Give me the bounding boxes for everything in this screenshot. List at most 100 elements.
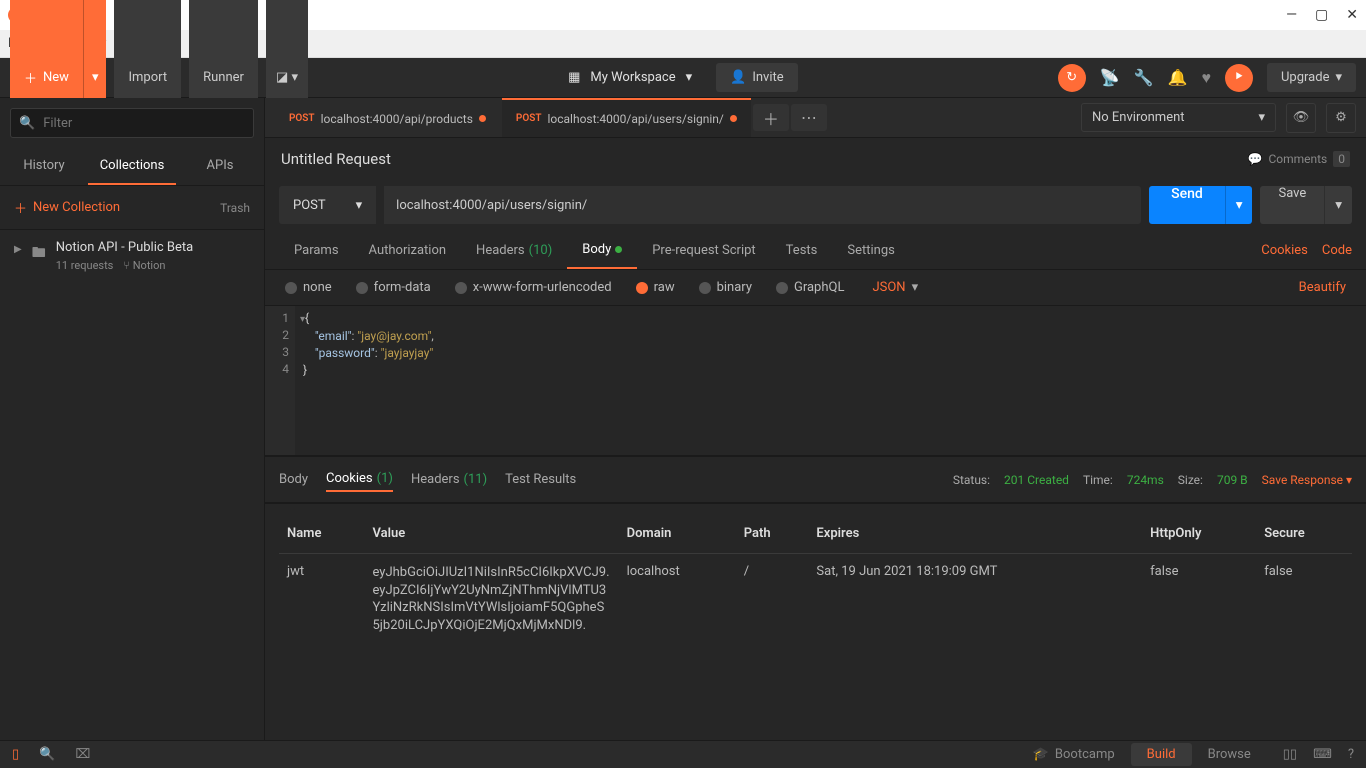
tab-apis[interactable]: APIs <box>176 148 264 185</box>
browse-tab[interactable]: Browse <box>1192 743 1267 766</box>
url-bar: POST ▾ Send ▾ Save ▾ <box>265 178 1366 232</box>
tab-collections[interactable]: Collections <box>88 148 176 185</box>
body-language-select[interactable]: JSON▾ <box>872 280 918 295</box>
comment-icon: 💬 <box>1247 152 1262 166</box>
radio-binary[interactable]: binary <box>699 280 752 295</box>
trash-link[interactable]: Trash <box>220 201 250 215</box>
settings-gear-icon[interactable]: ⚙ <box>1326 103 1356 133</box>
tab-history[interactable]: History <box>0 148 88 185</box>
method-select[interactable]: POST ▾ <box>279 186 376 224</box>
build-tab[interactable]: Build <box>1131 743 1192 766</box>
comments-label: Comments <box>1268 152 1327 166</box>
filter-input[interactable] <box>43 116 245 131</box>
plus-icon: ＋ <box>24 68 37 87</box>
avatar[interactable]: ⯈ <box>1225 64 1253 92</box>
folder-icon: 🖿 <box>32 242 46 266</box>
comments-count: 0 <box>1333 151 1350 167</box>
window-maximize-icon[interactable]: ▢ <box>1315 7 1328 23</box>
upgrade-label: Upgrade <box>1281 70 1329 85</box>
environment-select[interactable]: No Environment ▾ <box>1081 103 1276 132</box>
tab-tests[interactable]: Tests <box>771 233 833 268</box>
heart-icon[interactable]: ♥ <box>1201 68 1211 88</box>
radio-none[interactable]: none <box>285 280 332 295</box>
env-preview-icon[interactable]: 👁 <box>1286 103 1316 133</box>
radio-urlencoded[interactable]: x-www-form-urlencoded <box>455 280 612 295</box>
wrench-icon[interactable]: 🔧 <box>1134 68 1154 87</box>
request-tab[interactable]: POST localhost:4000/api/products <box>275 98 500 137</box>
help-icon[interactable]: ? <box>1348 747 1354 762</box>
tab-prerequest[interactable]: Pre-request Script <box>637 233 770 268</box>
tab-settings[interactable]: Settings <box>832 233 909 268</box>
body-editor[interactable]: 1234 ▾{ "email": "jay@jay.com", "passwor… <box>265 305 1366 455</box>
request-tabs: POST localhost:4000/api/products POST lo… <box>265 98 1366 138</box>
response-tab-body[interactable]: Body <box>279 468 308 491</box>
cookie-domain: localhost <box>619 554 736 645</box>
sidebar: 🔍 History Collections APIs ＋ New Collect… <box>0 98 265 740</box>
send-dropdown-caret[interactable]: ▾ <box>1225 186 1253 224</box>
sync-icon[interactable]: ↻ <box>1058 64 1086 92</box>
collection-count: 11 requests <box>56 259 114 272</box>
send-button[interactable]: Send <box>1149 186 1225 224</box>
response-tab-headers[interactable]: Headers (11) <box>411 468 487 491</box>
upgrade-button[interactable]: Upgrade ▾ <box>1267 63 1356 92</box>
cookie-expires: Sat, 19 Jun 2021 18:19:09 GMT <box>808 554 1142 645</box>
request-tab-active[interactable]: POST localhost:4000/api/users/signin/ <box>502 98 751 137</box>
find-icon[interactable]: 🔍 <box>39 747 55 762</box>
chevron-down-icon: ▾ <box>1258 110 1265 125</box>
tab-method: POST <box>289 113 315 124</box>
table-row: jwt eyJhbGciOiJIUzI1NiIsInR5cCI6IkpXVCJ9… <box>279 554 1352 645</box>
add-tab-button[interactable]: ＋ <box>753 104 789 131</box>
chevron-down-icon: ▾ <box>356 198 363 213</box>
radio-formdata[interactable]: form-data <box>356 280 431 295</box>
beautify-button[interactable]: Beautify <box>1299 280 1346 295</box>
window-close-icon[interactable]: ✕ <box>1346 7 1358 23</box>
two-pane-icon[interactable]: ▯▯ <box>1283 747 1297 762</box>
filter-input-wrapper[interactable]: 🔍 <box>10 108 254 138</box>
sidebar-tabs: History Collections APIs <box>0 148 264 186</box>
comments-button[interactable]: 💬 Comments 0 <box>1247 151 1350 167</box>
unsaved-dot-icon <box>730 115 737 122</box>
save-response-button[interactable]: Save Response ▾ <box>1262 473 1352 487</box>
radio-raw[interactable]: raw <box>636 280 675 295</box>
tab-params[interactable]: Params <box>279 233 354 268</box>
add-person-icon: 👤 <box>730 70 746 85</box>
radio-graphql[interactable]: GraphQL <box>776 280 844 295</box>
response-tab-tests[interactable]: Test Results <box>505 468 576 491</box>
tab-body[interactable]: Body <box>567 232 637 269</box>
method-value: POST <box>293 198 326 213</box>
request-title[interactable]: Untitled Request <box>281 150 391 168</box>
satellite-icon[interactable]: 📡 <box>1100 68 1120 87</box>
invite-button[interactable]: 👤Invite <box>716 63 798 92</box>
tab-method: POST <box>516 113 542 124</box>
response-tab-cookies[interactable]: Cookies (1) <box>326 467 393 492</box>
console-icon[interactable]: ⌧ <box>75 747 90 762</box>
window-minimize-icon[interactable]: — <box>1286 7 1297 23</box>
environment-label: No Environment <box>1092 110 1185 125</box>
expand-caret-icon[interactable]: ▶ <box>14 244 22 255</box>
code-link[interactable]: Code <box>1322 243 1352 258</box>
search-icon: 🔍 <box>19 116 35 131</box>
tab-more-button[interactable]: ⋯ <box>791 104 827 131</box>
chevron-down-icon[interactable]: ▾ <box>686 70 693 85</box>
bell-icon[interactable]: 🔔 <box>1168 68 1188 87</box>
save-dropdown-caret[interactable]: ▾ <box>1324 186 1352 224</box>
col-name: Name <box>279 514 365 554</box>
tab-authorization[interactable]: Authorization <box>354 233 462 268</box>
bootcamp-button[interactable]: 🎓 Bootcamp <box>1033 747 1115 762</box>
cookie-httponly: false <box>1142 554 1256 645</box>
workspace-name[interactable]: My Workspace <box>590 70 675 85</box>
sidebar-toggle-icon[interactable]: ▯ <box>12 747 19 762</box>
main-layout: 🔍 History Collections APIs ＋ New Collect… <box>0 98 1366 740</box>
save-button[interactable]: Save <box>1260 186 1324 224</box>
collection-owner: ⑂ Notion <box>123 259 165 272</box>
cookies-link[interactable]: Cookies <box>1261 243 1308 258</box>
editor-gutter: 1234 <box>265 306 295 455</box>
shortcuts-icon[interactable]: ⌨ <box>1313 747 1332 762</box>
collection-item[interactable]: ▶ 🖿 Notion API - Public Beta 11 requests… <box>0 230 264 282</box>
cookie-secure: false <box>1256 554 1352 645</box>
headers-count: (10) <box>529 243 553 258</box>
new-collection-button[interactable]: ＋ New Collection <box>14 198 120 217</box>
status-value: 201 Created <box>1004 473 1069 487</box>
url-input[interactable] <box>384 186 1141 224</box>
tab-headers[interactable]: Headers (10) <box>461 233 567 268</box>
